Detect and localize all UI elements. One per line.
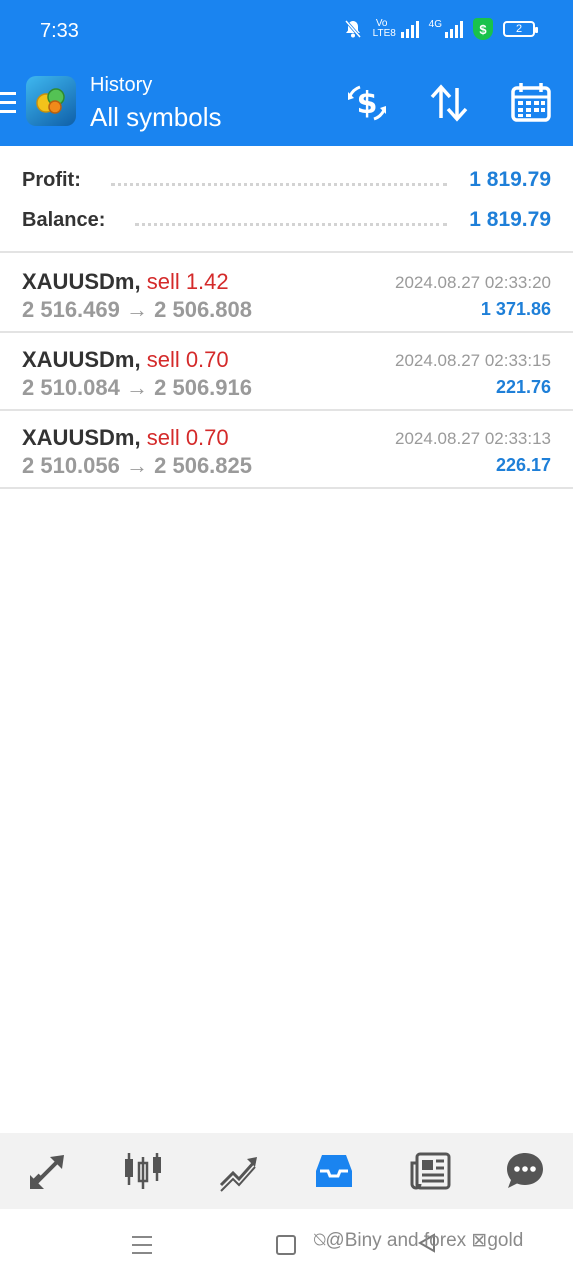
close-price: 2 506.916 bbox=[154, 375, 252, 400]
tab-chat[interactable] bbox=[500, 1146, 550, 1196]
deal-prices: 2 510.056 → 2 506.825 bbox=[22, 453, 252, 479]
deal-row[interactable]: XAUUSDm, sell 1.42 2 516.469 → 2 506.808… bbox=[0, 255, 573, 333]
dotted-leader bbox=[135, 222, 448, 226]
network-signal-icon bbox=[445, 20, 463, 38]
header-subtitle: History bbox=[90, 74, 153, 96]
header-title[interactable]: All symbols bbox=[90, 102, 221, 133]
profit-row: Profit: 1 819.79 bbox=[22, 165, 551, 195]
status-icons: Vo LTE8 4G $ 2 bbox=[343, 18, 538, 40]
sort-icon[interactable] bbox=[426, 80, 472, 126]
profit-value: 1 819.79 bbox=[469, 168, 551, 191]
price-arrow: → bbox=[126, 375, 148, 400]
trade-icon bbox=[219, 1157, 257, 1192]
deal-side: sell 1.42 bbox=[146, 269, 229, 294]
shield-icon: $ bbox=[473, 18, 493, 40]
balance-value: 1 819.79 bbox=[469, 208, 551, 231]
deal-symbol-line: XAUUSDm, sell 1.42 bbox=[22, 269, 229, 295]
deal-symbol: XAUUSDm, bbox=[22, 425, 141, 450]
currency-exchange-icon[interactable]: $ bbox=[344, 80, 390, 126]
tab-chart[interactable] bbox=[118, 1146, 168, 1196]
balance-label: Balance: bbox=[22, 208, 106, 231]
open-price: 2 510.084 bbox=[22, 375, 120, 400]
status-bar: 7:33 Vo LTE8 4G $ 2 bbox=[0, 0, 573, 62]
profit-label: Profit: bbox=[22, 168, 81, 191]
battery-icon: 2 bbox=[503, 21, 538, 37]
deal-profit: 226.17 bbox=[495, 455, 551, 475]
close-price: 2 506.808 bbox=[154, 297, 252, 322]
price-arrow: → bbox=[126, 297, 148, 322]
news-icon bbox=[410, 1152, 451, 1190]
recent-apps-button[interactable] bbox=[132, 1236, 152, 1260]
deal-prices: 2 510.084 → 2 506.916 bbox=[22, 375, 252, 401]
open-price: 2 510.056 bbox=[22, 453, 120, 478]
open-price: 2 516.469 bbox=[22, 297, 120, 322]
chart-icon bbox=[125, 1153, 162, 1189]
deal-side: sell 0.70 bbox=[146, 425, 229, 450]
deal-prices: 2 516.469 → 2 506.808 bbox=[22, 297, 252, 323]
watermark: ⍉@Biny and forex ⊠gold bbox=[314, 1230, 524, 1251]
deal-time: 2024.08.27 02:33:20 bbox=[395, 273, 551, 292]
history-icon bbox=[316, 1155, 353, 1187]
bell-off-icon bbox=[344, 20, 361, 38]
deal-symbol-line: XAUUSDm, sell 0.70 bbox=[22, 425, 229, 451]
deal-profit: 1 371.86 bbox=[480, 299, 551, 319]
deal-time: 2024.08.27 02:33:13 bbox=[395, 429, 551, 448]
balance-row: Balance: 1 819.79 bbox=[22, 205, 551, 235]
system-nav-bar: ⍉@Biny and forex ⊠gold bbox=[0, 1209, 573, 1280]
deal-symbol: XAUUSDm, bbox=[22, 347, 141, 372]
deal-row[interactable]: XAUUSDm, sell 0.70 2 510.084 → 2 506.916… bbox=[0, 333, 573, 411]
summary-panel: Profit: 1 819.79 Balance: 1 819.79 bbox=[0, 146, 573, 253]
deal-symbol: XAUUSDm, bbox=[22, 269, 141, 294]
tab-trade[interactable] bbox=[214, 1146, 264, 1196]
tab-quotes[interactable] bbox=[23, 1146, 73, 1196]
app-header: History All symbols $ bbox=[0, 62, 573, 146]
deal-symbol-line: XAUUSDm, sell 0.70 bbox=[22, 347, 229, 373]
status-time: 7:33 bbox=[40, 20, 79, 42]
home-button[interactable] bbox=[276, 1235, 296, 1255]
bottom-tab-bar bbox=[0, 1133, 573, 1209]
deal-row[interactable]: XAUUSDm, sell 0.70 2 510.056 → 2 506.825… bbox=[0, 411, 573, 489]
close-price: 2 506.825 bbox=[154, 453, 252, 478]
calendar-icon[interactable] bbox=[508, 80, 554, 126]
tab-history[interactable] bbox=[309, 1146, 359, 1196]
dotted-leader bbox=[110, 182, 448, 186]
metatrader-logo[interactable] bbox=[26, 76, 76, 126]
price-arrow: → bbox=[126, 453, 148, 478]
network-group: 4G bbox=[429, 20, 463, 38]
tab-news[interactable] bbox=[405, 1146, 455, 1196]
menu-icon[interactable] bbox=[0, 92, 16, 114]
deal-profit: 221.76 bbox=[495, 377, 551, 397]
network-label: 4G bbox=[428, 19, 442, 30]
deal-side: sell 0.70 bbox=[146, 347, 229, 372]
coins-icon bbox=[36, 88, 65, 114]
deal-time: 2024.08.27 02:33:15 bbox=[395, 351, 551, 370]
quotes-icon bbox=[29, 1155, 64, 1189]
volte-label: Vo LTE8 bbox=[372, 18, 396, 39]
chat-icon bbox=[507, 1153, 544, 1188]
svg-text:$: $ bbox=[357, 86, 378, 121]
signal-icon bbox=[400, 20, 419, 38]
